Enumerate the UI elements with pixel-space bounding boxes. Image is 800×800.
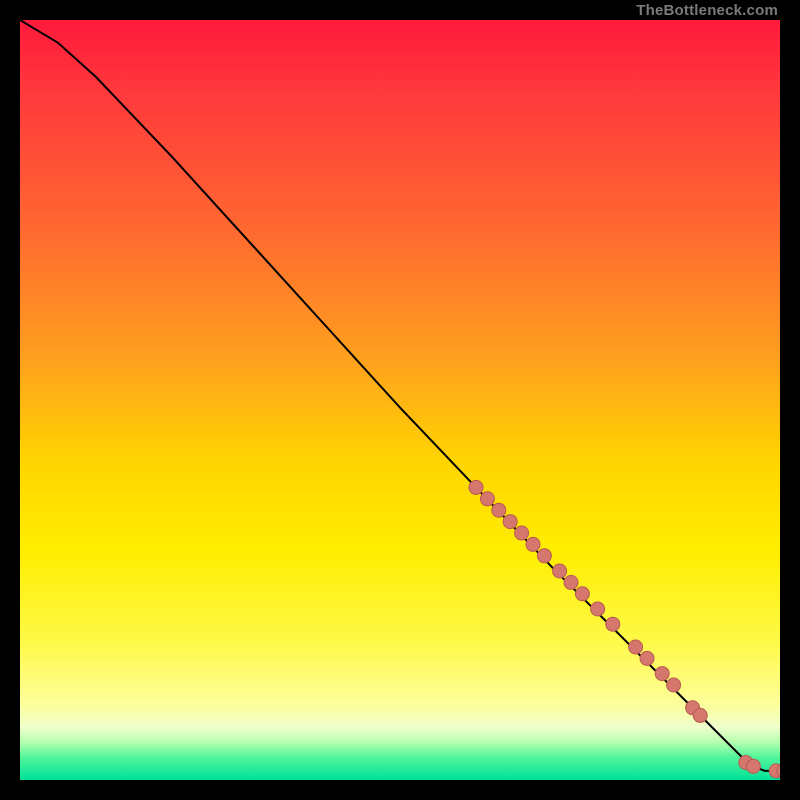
curve-marker (469, 480, 483, 494)
curve-marker (640, 651, 654, 665)
curve-marker (503, 515, 517, 529)
curve-marker (526, 537, 540, 551)
curve-marker (629, 640, 643, 654)
curve-marker (746, 759, 760, 773)
chart-overlay (20, 20, 780, 780)
curve-marker (606, 617, 620, 631)
curve-markers (469, 480, 780, 778)
curve-marker (575, 587, 589, 601)
curve-marker (667, 678, 681, 692)
curve-marker (655, 667, 669, 681)
curve-marker (591, 602, 605, 616)
attribution-label: TheBottleneck.com (636, 2, 778, 19)
curve-marker (564, 575, 578, 589)
curve-marker (693, 708, 707, 722)
chart-stage: TheBottleneck.com (0, 0, 800, 800)
curve-marker (537, 549, 551, 563)
curve-marker (480, 492, 494, 506)
curve-marker (515, 526, 529, 540)
bottleneck-curve (20, 20, 780, 771)
curve-marker (553, 564, 567, 578)
curve-marker (492, 503, 506, 517)
heatmap-background (20, 20, 780, 780)
